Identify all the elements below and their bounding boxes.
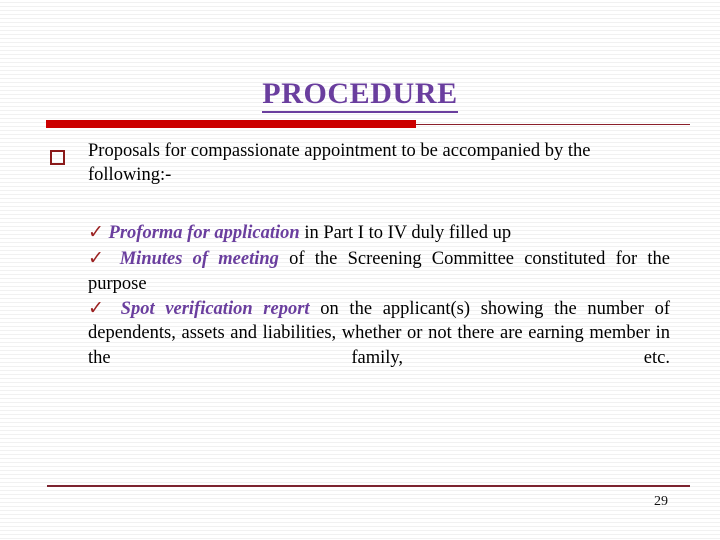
checklist: ✓ Proforma for application in Part I to …	[46, 221, 670, 393]
list-item-lead: Spot verification report	[120, 298, 310, 319]
slide-body: Proposals for compassionate appointment …	[46, 140, 670, 395]
page-title: PROCEDURE	[262, 78, 458, 113]
hollow-square-bullet-icon	[50, 145, 80, 168]
check-bullet-icon: ✓	[88, 248, 110, 270]
list-item-lead: Proforma for application	[108, 223, 300, 244]
check-bullet-icon: ✓	[88, 222, 104, 244]
intro-bullet: Proposals for compassionate appointment …	[46, 140, 670, 187]
title-area: PROCEDURE	[0, 78, 720, 113]
list-item-lead: Minutes of meeting	[119, 249, 279, 270]
intro-bullet-text: Proposals for compassionate appointment …	[88, 141, 591, 185]
check-bullet-icon: ✓	[88, 297, 110, 319]
header-accent-bar	[46, 120, 416, 128]
list-item-rest: in Part I to IV duly filled up	[299, 223, 512, 244]
footer-divider-line	[47, 485, 690, 487]
list-item: ✓ Minutes of meeting of the Screening Co…	[46, 247, 670, 296]
list-item: ✓ Spot verification report on the applic…	[46, 297, 670, 394]
list-item: ✓ Proforma for application in Part I to …	[46, 221, 670, 246]
slide-canvas: PROCEDURE Proposals for compassionate ap…	[0, 0, 720, 540]
page-number: 29	[654, 494, 668, 509]
